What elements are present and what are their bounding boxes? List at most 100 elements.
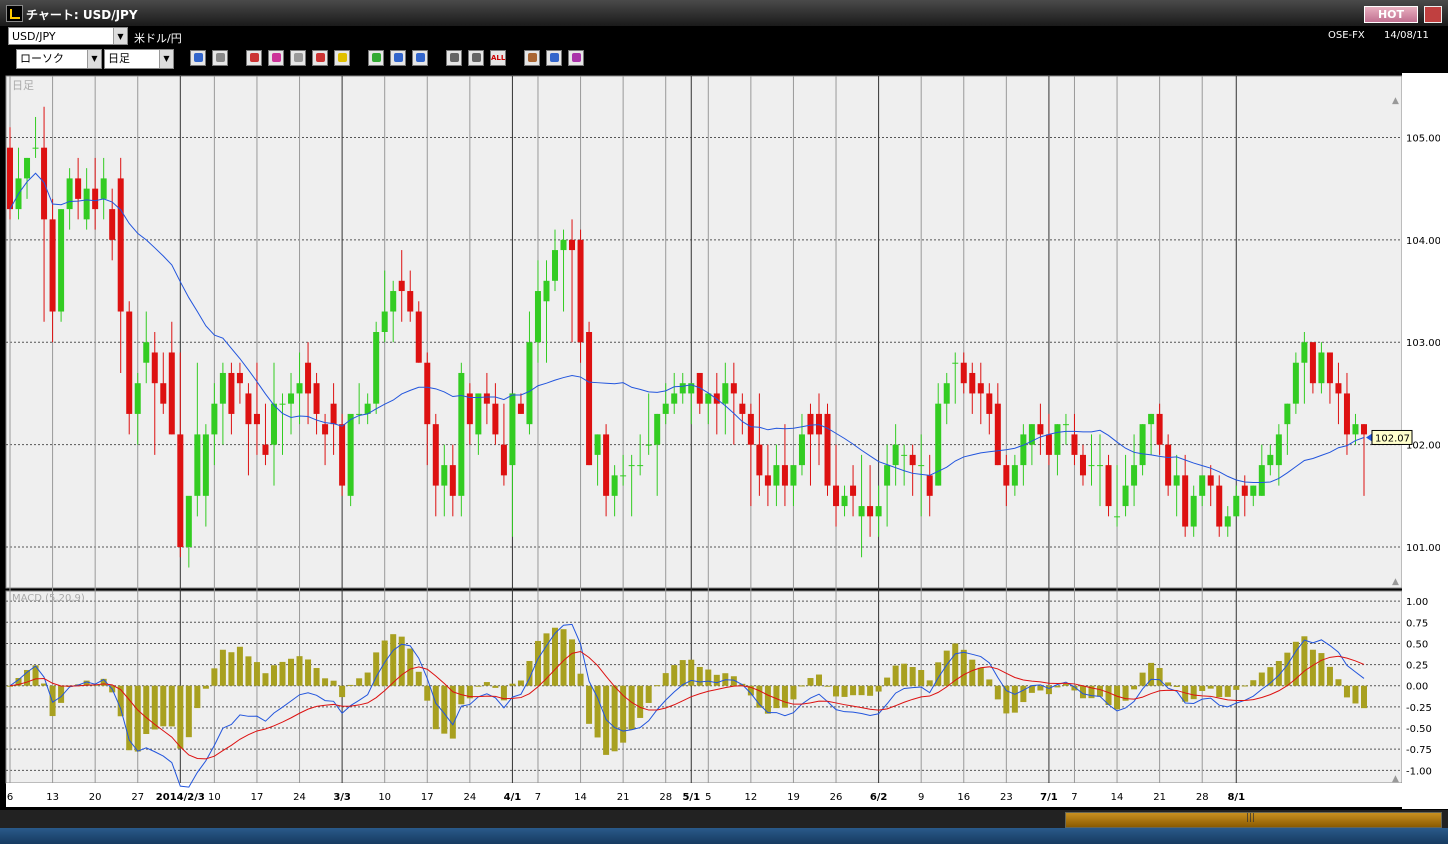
macd-histogram-bar	[620, 685, 627, 743]
time-scrollbar[interactable]: |||	[0, 810, 1448, 828]
grid-icon[interactable]	[290, 50, 306, 66]
candle-body	[909, 454, 916, 466]
candle-body	[398, 280, 405, 292]
pointer-icon[interactable]	[390, 50, 406, 66]
zoom-icon[interactable]	[190, 50, 206, 66]
macd-histogram-bar	[807, 678, 814, 686]
candle-body	[798, 434, 805, 466]
candle-body	[1139, 424, 1146, 466]
macd-histogram-bar	[901, 663, 908, 686]
macd-histogram-bar	[611, 685, 618, 752]
candle-body	[1258, 465, 1265, 496]
candlestick-chart[interactable]: 105.00104.00103.00102.00101.001.000.750.…	[4, 73, 1441, 809]
candle-body	[654, 413, 661, 445]
macd-histogram-bar	[569, 639, 576, 686]
candle-body	[1241, 485, 1248, 496]
candle-body	[500, 444, 507, 476]
hot-button[interactable]: HOT	[1364, 6, 1418, 23]
macd-histogram-bar	[509, 683, 516, 686]
crosshair-icon[interactable]	[212, 50, 228, 66]
candle-body	[730, 383, 737, 394]
candle-body	[373, 332, 380, 404]
chart-type-select[interactable]: ローソク ▼	[16, 49, 102, 69]
chart-area[interactable]: 105.00 104.00 103.00 102.00 101.00 1.00 0.75 0.…	[4, 73, 1441, 809]
chart-app-icon	[6, 5, 23, 22]
candle-body	[1301, 342, 1308, 363]
candle-body	[117, 178, 124, 312]
chevron-down-icon[interactable]: ▼	[87, 50, 101, 68]
macd-histogram-bar	[696, 666, 703, 686]
macd-histogram-bar	[560, 629, 567, 686]
macd-histogram-bar	[1301, 636, 1308, 686]
candle-body	[722, 383, 729, 404]
candle-body	[177, 434, 184, 548]
settings-icon[interactable]	[524, 50, 540, 66]
candle-body	[781, 465, 788, 486]
alert-icon[interactable]	[334, 50, 350, 66]
x-tick-label: 28	[1196, 792, 1209, 803]
macd-histogram-bar	[1309, 649, 1316, 686]
color-icon[interactable]	[568, 50, 584, 66]
candle-body	[381, 311, 388, 332]
candle-body	[1156, 413, 1163, 445]
candle-body	[841, 495, 848, 507]
period-select[interactable]: 日足 ▼	[104, 49, 174, 69]
candle-body	[884, 465, 891, 486]
chevron-down-icon[interactable]: ▼	[159, 50, 173, 68]
scroll-thumb[interactable]: |||	[1065, 812, 1442, 828]
candle-body	[662, 403, 669, 414]
macd-histogram-bar	[1062, 684, 1069, 686]
trend-icon[interactable]	[312, 50, 328, 66]
range2-icon[interactable]	[468, 50, 484, 66]
candle-body	[1071, 434, 1078, 455]
candle-body	[815, 413, 822, 435]
undo-icon[interactable]	[412, 50, 428, 66]
symbol-select[interactable]: USD/JPY ▼	[8, 27, 128, 45]
macd-histogram-bar	[671, 665, 678, 686]
x-tick-label: 3/3	[333, 792, 351, 803]
macd-histogram-bar	[424, 685, 431, 701]
candle-body	[1045, 434, 1052, 455]
x-tick-label: 24	[463, 792, 476, 803]
macd-histogram-bar	[1190, 685, 1197, 700]
macd-tick-label: 0.00	[1406, 682, 1428, 693]
range-icon[interactable]	[446, 50, 462, 66]
scroll-up-icon: ▲	[1392, 96, 1399, 106]
price-tick-label: 103.00	[1406, 338, 1440, 349]
drag-icon[interactable]	[246, 50, 262, 66]
macd-histogram-bar	[1156, 668, 1163, 686]
candle-body	[1097, 465, 1104, 467]
macd-histogram-bar	[441, 685, 448, 734]
close-icon[interactable]	[1424, 6, 1442, 23]
macd-histogram-bar	[236, 646, 243, 686]
candle-body	[1182, 475, 1189, 527]
macd-histogram-bar	[228, 652, 235, 686]
candle-body	[739, 403, 746, 414]
candle-body	[58, 209, 65, 312]
search-icon[interactable]	[268, 50, 284, 66]
macd-histogram-bar	[492, 685, 499, 688]
candle-body	[875, 506, 882, 517]
macd-histogram-bar	[815, 674, 822, 686]
macd-histogram-bar	[918, 669, 925, 686]
candle-body	[1173, 475, 1180, 486]
candle-body	[671, 393, 678, 404]
all-icon[interactable]: ALL	[490, 50, 506, 66]
x-tick-label: 12	[745, 792, 758, 803]
pen-icon[interactable]	[368, 50, 384, 66]
candle-body	[977, 383, 984, 394]
macd-histogram-bar	[926, 680, 933, 686]
macd-histogram-bar	[1173, 685, 1180, 687]
chevron-down-icon[interactable]: ▼	[113, 28, 127, 44]
candle-body	[49, 219, 56, 312]
macd-histogram-bar	[160, 685, 167, 727]
macd-histogram-bar	[1241, 685, 1248, 687]
tool-icon[interactable]	[546, 50, 562, 66]
title-bar: チャート: USD/JPY HOT	[0, 0, 1448, 26]
x-tick-label: 17	[421, 792, 434, 803]
macd-tick-label: 0.50	[1406, 639, 1428, 650]
x-tick-label: 6/2	[870, 792, 888, 803]
candle-body	[1020, 434, 1027, 466]
macd-histogram-bar	[288, 658, 295, 686]
candle-body	[1079, 454, 1086, 476]
